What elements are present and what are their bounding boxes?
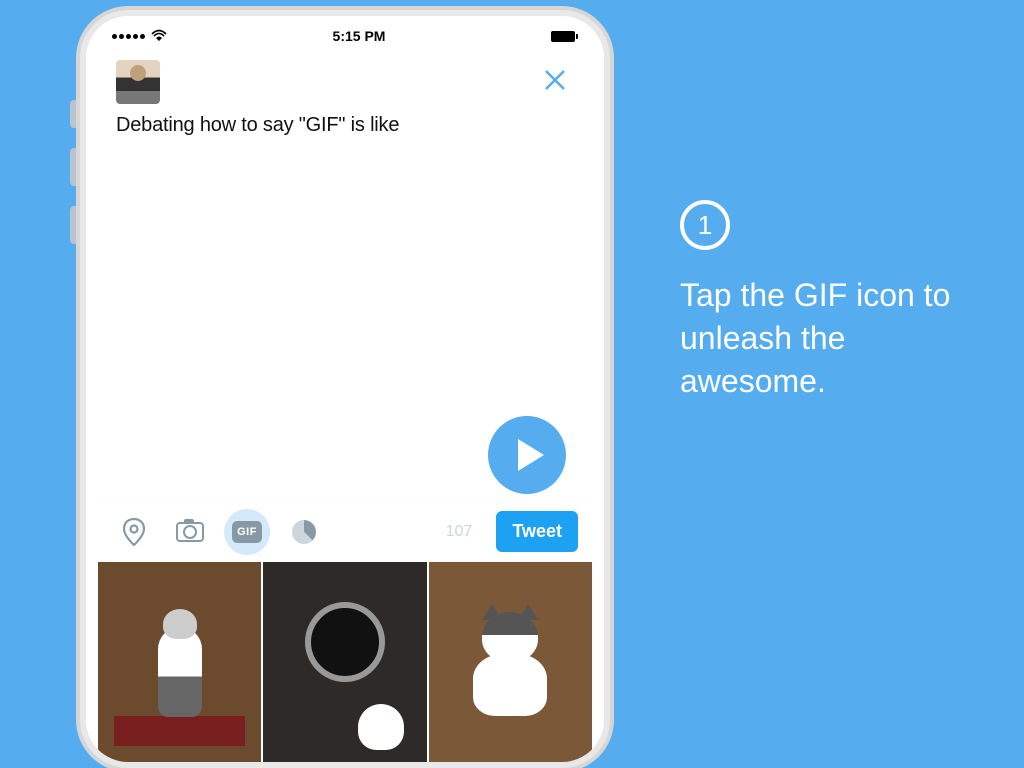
battery-icon [551,31,578,42]
gif-thumbnail[interactable] [263,562,426,762]
poll-button[interactable] [282,510,326,554]
gif-thumbnail[interactable] [98,562,261,762]
tweet-button[interactable]: Tweet [496,511,578,552]
compose-text: Debating how to say "GIF" is like [116,114,574,137]
gif-grid [98,562,592,762]
instruction-panel: 1 Tap the GIF icon to unleash the awesom… [680,200,1000,404]
phone-frame: 5:15 PM Debating how to say "GIF" is lik… [80,10,610,768]
camera-button[interactable] [168,510,212,554]
gif-button[interactable]: GIF [224,509,270,555]
camera-icon [176,522,204,542]
compose-toolbar: GIF 107 Tweet [98,500,592,562]
signal-strength-icon [112,34,145,39]
compose-header [98,48,592,110]
status-bar-time: 5:15 PM [333,28,386,44]
compose-body[interactable]: Debating how to say "GIF" is like [98,110,592,500]
play-icon [518,439,544,471]
phone-screen: 5:15 PM Debating how to say "GIF" is lik… [98,20,592,762]
instruction-text: Tap the GIF icon to unleash the awesome. [680,274,1000,404]
gif-thumbnail[interactable] [429,562,592,762]
status-bar: 5:15 PM [98,20,592,48]
location-pin-icon [123,518,145,546]
wifi-icon [151,28,167,44]
phone-side-buttons [70,100,78,264]
close-button[interactable] [536,61,574,103]
avatar[interactable] [116,60,160,104]
piechart-icon [292,520,316,544]
char-count: 107 [446,523,473,541]
gif-icon: GIF [232,521,262,543]
step-number-badge: 1 [680,200,730,250]
location-button[interactable] [112,510,156,554]
play-button[interactable] [488,416,566,494]
close-icon [544,69,566,91]
